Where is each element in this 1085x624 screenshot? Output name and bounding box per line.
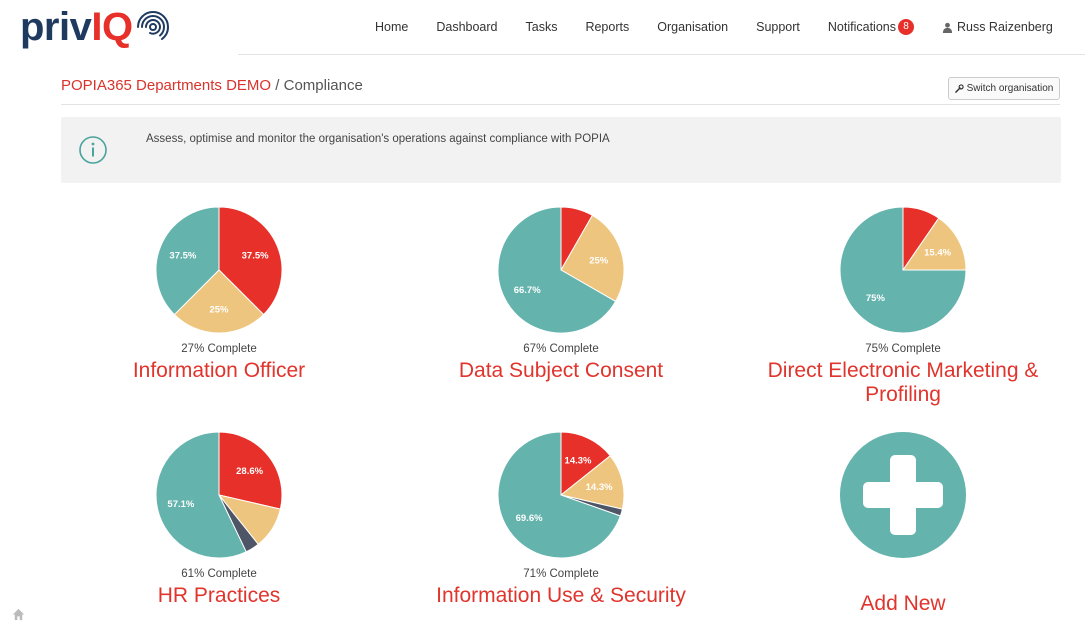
card-direct-electronic-marketing[interactable]: 15.4% 75% 75% Complete Direct Electronic … bbox=[743, 206, 1063, 407]
card-title[interactable]: Add New bbox=[743, 592, 1063, 616]
pie-chart: 28.6% 57.1% bbox=[155, 431, 283, 559]
pie-chart: 25% 66.7% bbox=[497, 206, 625, 334]
card-title[interactable]: Direct Electronic Marketing & Profiling bbox=[743, 359, 1063, 407]
pie-slice-label: 37.5% bbox=[242, 251, 269, 262]
card-hr-practices[interactable]: 28.6% 57.1% 61% Complete HR Practices bbox=[59, 431, 379, 608]
add-plus-icon[interactable] bbox=[839, 431, 967, 559]
nav-support[interactable]: Support bbox=[756, 20, 800, 34]
card-add-new[interactable]: Add New bbox=[743, 431, 1063, 616]
pie-slice-label: 25% bbox=[209, 305, 229, 316]
user-name: Russ Raizenberg bbox=[956, 20, 1053, 34]
info-text: Assess, optimise and monitor the organis… bbox=[146, 133, 610, 145]
nav-user-menu[interactable]: Russ Raizenberg bbox=[942, 20, 1053, 34]
card-title[interactable]: HR Practices bbox=[59, 584, 379, 608]
pie-chart: 14.3% 14.3% 69.6% bbox=[497, 431, 625, 559]
completion-label: 27% Complete bbox=[181, 343, 257, 355]
logo-text-priv: priv bbox=[20, 5, 92, 49]
top-navbar: privIQ Home Dashboard Tasks Reports Orga… bbox=[0, 0, 1085, 54]
completion-label: 61% Complete bbox=[181, 568, 257, 580]
pie-chart: 15.4% 75% bbox=[839, 206, 967, 334]
switch-organisation-label: Switch organisation bbox=[966, 83, 1054, 94]
completion-label: 71% Complete bbox=[523, 568, 599, 580]
info-icon bbox=[79, 136, 107, 164]
logo-text: privIQ bbox=[20, 4, 133, 50]
info-alert: Assess, optimise and monitor the organis… bbox=[61, 117, 1061, 183]
card-information-officer[interactable]: 37.5% 25% 37.5% 27% Complete Information O… bbox=[59, 206, 379, 383]
nav-dashboard[interactable]: Dashboard bbox=[436, 20, 497, 34]
breadcrumb: POPIA365 Departments DEMO / Compliance bbox=[61, 77, 363, 94]
pie-slice-label: 28.6% bbox=[236, 466, 263, 477]
card-title[interactable]: Data Subject Consent bbox=[401, 359, 721, 383]
nav-reports[interactable]: Reports bbox=[585, 20, 629, 34]
pie-slice-label: 25% bbox=[589, 255, 609, 266]
pie-slice-label: 14.3% bbox=[586, 482, 613, 493]
notifications-count-badge: 8 bbox=[897, 19, 914, 35]
breadcrumb-divider bbox=[61, 104, 1060, 105]
header-divider bbox=[238, 54, 1085, 55]
card-title[interactable]: Information Use & Security bbox=[401, 584, 721, 608]
user-icon bbox=[942, 22, 953, 33]
nav-tasks[interactable]: Tasks bbox=[526, 20, 558, 34]
pie-slice-label: 14.3% bbox=[565, 455, 592, 466]
wrench-icon bbox=[954, 84, 964, 93]
pie-slice-label: 57.1% bbox=[167, 499, 194, 510]
nav-organisation[interactable]: Organisation bbox=[657, 20, 728, 34]
pie-slice-label: 15.4% bbox=[924, 247, 951, 258]
fingerprint-icon bbox=[136, 11, 169, 40]
notifications-label: Notifications bbox=[827, 20, 896, 34]
breadcrumb-org[interactable]: POPIA365 Departments DEMO bbox=[61, 77, 271, 94]
pie-slice-label: 69.6% bbox=[516, 513, 543, 524]
logo-text-iq: IQ bbox=[91, 5, 133, 49]
card-information-use-security[interactable]: 14.3% 14.3% 69.6% 71% Complete Information… bbox=[401, 431, 721, 608]
pie-slice-label: 66.7% bbox=[514, 285, 541, 296]
pie-chart: 37.5% 25% 37.5% bbox=[155, 206, 283, 334]
completion-label: 75% Complete bbox=[865, 343, 941, 355]
breadcrumb-page: Compliance bbox=[283, 77, 363, 94]
main-nav: Home Dashboard Tasks Reports Organisatio… bbox=[375, 0, 1055, 54]
card-data-subject-consent[interactable]: 25% 66.7% 67% Complete Data Subject Conse… bbox=[401, 206, 721, 383]
home-icon[interactable] bbox=[12, 608, 25, 621]
breadcrumb-separator: / bbox=[275, 77, 280, 94]
pie-slice-label: 37.5% bbox=[169, 251, 196, 262]
privIQ-logo[interactable]: privIQ bbox=[20, 4, 171, 50]
switch-organisation-button[interactable]: Switch organisation bbox=[948, 77, 1060, 100]
pie-slice-label: 75% bbox=[866, 293, 886, 304]
completion-label: 67% Complete bbox=[523, 343, 599, 355]
nav-notifications[interactable]: Notifications 8 bbox=[828, 19, 914, 35]
nav-home[interactable]: Home bbox=[375, 20, 408, 34]
card-title[interactable]: Information Officer bbox=[59, 359, 379, 383]
